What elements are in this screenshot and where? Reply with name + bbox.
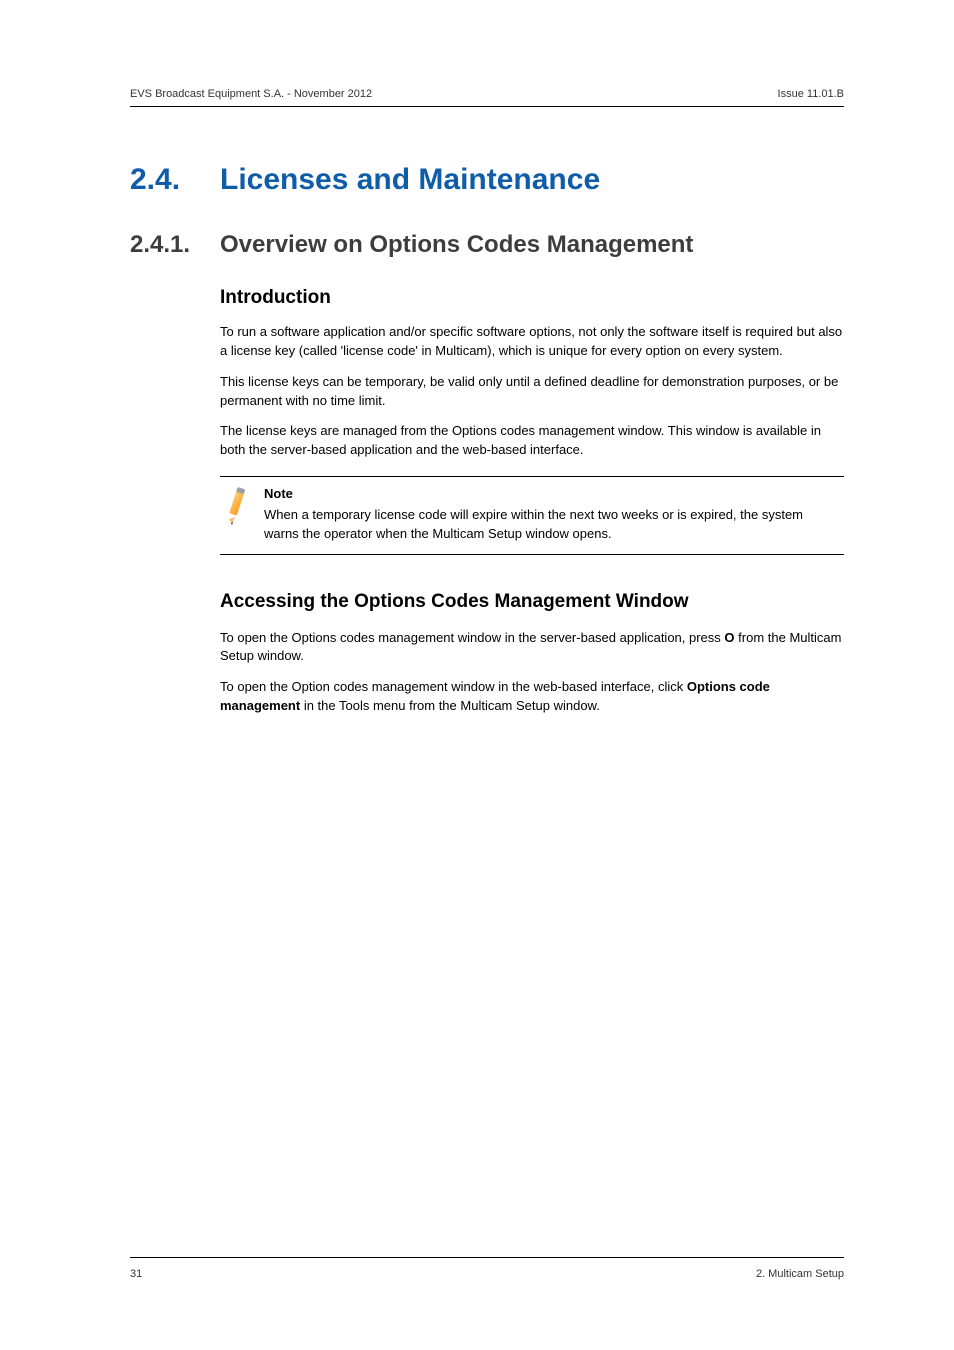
access-p2-c: in the Tools menu from the Multicam Setu… — [300, 698, 600, 713]
intro-paragraph-2: This license keys can be temporary, be v… — [220, 373, 844, 411]
header-right: Issue 11.01.B — [778, 88, 844, 100]
chapter-title: Licenses and Maintenance — [220, 163, 600, 197]
pencil-icon — [224, 485, 250, 544]
chapter-heading: 2.4. Licenses and Maintenance — [130, 163, 844, 197]
intro-paragraph-3: The license keys are managed from the Op… — [220, 422, 844, 460]
section-number: 2.4.1. — [130, 231, 220, 259]
section-heading: 2.4.1. Overview on Options Codes Managem… — [130, 231, 844, 259]
note-body: When a temporary license code will expir… — [264, 507, 803, 541]
chapter-number: 2.4. — [130, 163, 220, 197]
page-footer: 31 2. Multicam Setup — [130, 1257, 844, 1280]
footer-page-number: 31 — [130, 1268, 142, 1280]
footer-section-label: 2. Multicam Setup — [756, 1268, 844, 1280]
access-p1-key: O — [724, 630, 734, 645]
access-p2-a: To open the Option codes management wind… — [220, 679, 687, 694]
access-p1-a: To open the Options codes management win… — [220, 630, 724, 645]
access-paragraph-2: To open the Option codes management wind… — [220, 678, 844, 716]
introduction-heading: Introduction — [220, 287, 844, 309]
note-callout: Note When a temporary license code will … — [220, 476, 844, 555]
header-left: EVS Broadcast Equipment S.A. - November … — [130, 88, 372, 100]
section-title: Overview on Options Codes Management — [220, 231, 693, 259]
page-header: EVS Broadcast Equipment S.A. - November … — [130, 88, 844, 107]
intro-paragraph-1: To run a software application and/or spe… — [220, 323, 844, 361]
page-content: EVS Broadcast Equipment S.A. - November … — [0, 0, 954, 716]
access-paragraph-1: To open the Options codes management win… — [220, 629, 844, 667]
accessing-heading: Accessing the Options Codes Management W… — [220, 591, 844, 613]
note-label: Note — [264, 485, 836, 504]
note-text: Note When a temporary license code will … — [264, 485, 836, 544]
body-content: Introduction To run a software applicati… — [220, 287, 844, 716]
